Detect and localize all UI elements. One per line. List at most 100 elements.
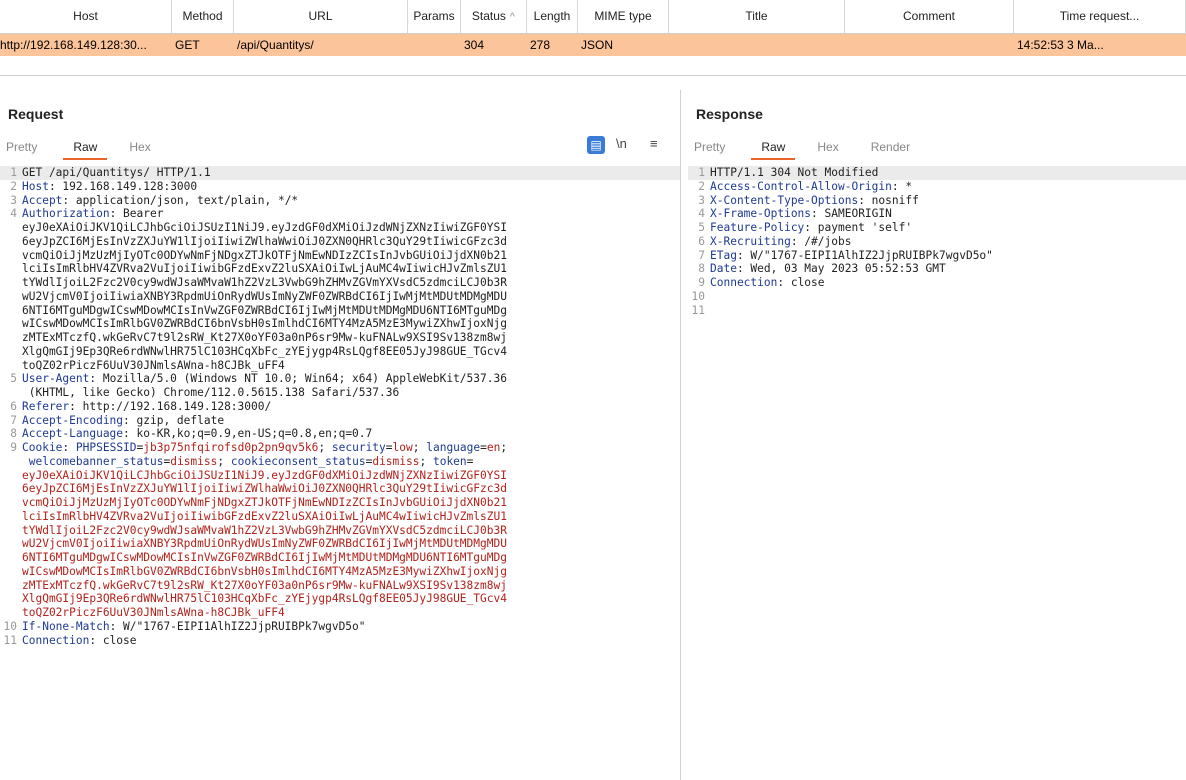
line-content: eyJ0eXAiOiJKV1QiLCJhbGciOiJSUzI1NiJ9.eyJ… [22,221,680,235]
line-content: Referer: http://192.168.149.128:3000/ [22,400,680,414]
line-content: Date: Wed, 03 May 2023 05:52:53 GMT [710,262,1186,276]
line-content: GET /api/Quantitys/ HTTP/1.1 [22,166,680,180]
line-number [0,482,22,496]
proxy-history-table: Host Method URL Params Status ^ Length MIME typ… [0,0,1186,56]
column-header-title[interactable]: Title [669,0,845,33]
column-label: Title [745,9,768,23]
header-value: : W/"1767-EIPI1AlhIZ2JjpRUIBPk7wgvD5o" [109,619,366,633]
header-value: ; [412,441,427,454]
header-value: : close [89,633,137,647]
response-tab-hex[interactable]: Hex [807,134,848,160]
response-tab-raw[interactable]: Raw [751,134,796,160]
line-number: 9 [10,441,17,454]
header-value: : SAMEORIGIN [811,207,892,221]
header-name: Connection [710,276,778,289]
line-number [0,496,22,510]
line-content: Accept: application/json, text/plain, */… [22,194,680,208]
response-tabs: Pretty Raw Hex Render [688,134,920,160]
line-content: zMTExMTczfQ.wkGeRvC7t9l2sRW_Kt27X0oYF03a… [22,331,680,345]
editor-line: toQZ02rPiczF6UuV30JNmlsAWna-h8CJBk_uFF4 [0,359,680,373]
line-content: XlgQmGIj9Ep3QRe6rdWNwlHR75lC103HCqXbFc_z… [22,592,680,606]
line-number: 10 [3,619,17,633]
line-content: Host: 192.168.149.128:3000 [22,180,680,194]
header-value: : http://192.168.149.128:3000/ [69,399,272,413]
column-header-status[interactable]: Status ^ [461,0,527,33]
header-value: : ko-KR,ko;q=0.9,en-US;q=0.8,en;q=0.7 [123,427,373,441]
response-editor[interactable]: 1 HTTP/1.1 304 Not Modified 2 Access-Contro… [688,166,1186,780]
editor-line: 10 [688,290,1186,304]
line-content: tYWdlIjoiL2Fzc2V0cy9wdWJsaWMvaW1hZ2VzL3V… [22,276,680,290]
show-newlines-icon[interactable]: \n [616,136,627,156]
editor-line: 11 Connection: close [0,634,680,648]
line-number: 10 [691,289,705,303]
line-number: 2 [698,179,705,193]
request-tab-pretty[interactable]: Pretty [0,134,47,160]
line-content: HTTP/1.1 304 Not Modified [710,166,1186,180]
header-value: : * [891,179,913,193]
header-name: Referer [22,399,70,413]
line-number [0,317,22,331]
line-content: XlgQmGIj9Ep3QRe6rdWNwlHR75lC103HCqXbFc_z… [22,345,680,359]
line-number: 6 [10,399,17,413]
column-header-host[interactable]: Host [0,0,172,33]
header-value: ; [419,454,433,468]
editor-line: 2 Host: 192.168.149.128:3000 [0,180,680,194]
line-content: wU2VjcmV0IjoiIiwiaXNBY3RpdmUiOnRydWUsImN… [22,290,680,304]
header-value-highlight: en [486,441,501,454]
line-number: 9 [698,276,705,289]
header-value: : gzip, deflate [123,413,225,427]
column-header-time-request[interactable]: Time request... [1014,0,1186,33]
column-header-mime-type[interactable]: MIME type [578,0,669,33]
line-number [0,469,22,483]
response-tab-pretty[interactable]: Pretty [688,134,735,160]
header-value: ; [500,441,508,454]
editor-line: tYWdlIjoiL2Fzc2V0cy9wdWJsaWMvaW1hZ2VzL3V… [0,276,680,290]
line-content: welcomebanner_status = dismiss; cookiecons… [22,455,680,469]
request-tab-hex[interactable]: Hex [119,134,160,160]
request-editor[interactable]: 1 GET /api/Quantitys/ HTTP/1.1 2 Host: 192.… [0,166,680,780]
line-content: zMTExMTczfQ.wkGeRvC7t9l2sRW_Kt27X0oYF03a… [22,579,680,593]
request-tab-raw[interactable]: Raw [63,134,108,160]
column-header-length[interactable]: Length [527,0,578,33]
request-tabs: Pretty Raw Hex [0,134,161,160]
line-number [0,221,22,235]
response-title: Response [696,106,763,122]
editor-line: eyJ0eXAiOiJKV1QiLCJhbGciOiJSUzI1NiJ9.eyJ… [0,221,680,235]
line-content: If-None-Match: W/"1767-EIPI1AlhIZ2JjpRUI… [22,620,680,634]
menu-icon[interactable]: ≡ [650,136,658,156]
line-number: 2 [10,179,17,193]
line-number [0,304,22,318]
line-content: X-Frame-Options: SAMEORIGIN [710,207,1186,221]
editor-line: 11 [688,304,1186,318]
editor-line: 6NTI6MTguMDgwICswMDowMCIsInVwZGF0ZWRBdCI… [0,551,680,565]
response-tab-render[interactable]: Render [861,134,920,160]
header-value: = [385,441,393,454]
header-value: (KHTML, like Gecko) Chrome/112.0.5615.13… [22,386,400,399]
line-number: 8 [698,262,705,276]
line-content: Authorization: Bearer [22,207,680,221]
header-value: tYWdlIjoiL2Fzc2V0cy9wdWJsaWMvaW1hZ2VzL3V… [22,276,507,289]
column-header-url[interactable]: URL [234,0,408,33]
line-number [0,537,22,551]
column-label: Time request... [1059,9,1140,23]
header-value-highlight: jb3p75nfqirofsd0p2pn9qv5k6 [143,441,319,454]
line-content: Accept-Language: ko-KR,ko;q=0.9,en-US;q=… [22,427,680,441]
column-label: Host [73,9,98,23]
column-header-params[interactable]: Params [408,0,461,33]
column-header-comment[interactable]: Comment [845,0,1014,33]
header-value: GET /api/Quantitys/ HTTP/1.1 [22,166,211,179]
panel-divider[interactable] [0,75,1186,76]
line-number [0,579,22,593]
header-value: : Bearer [109,207,164,221]
line-content: toQZ02rPiczF6UuV30JNmlsAWna-h8CJBk_uFF4 [22,606,680,620]
table-row-selected[interactable]: http://192.168.149.128:30... GET/api/Quan… [0,34,1186,56]
wrap-lines-icon[interactable]: ▤ [587,136,605,154]
header-value: ; [217,454,231,468]
header-name: If-None-Match [22,619,110,633]
line-content: X-Recruiting: /#/jobs [710,235,1186,249]
response-panel: Response Pretty Raw Hex Render 1 HTTP/1.1 30… [688,90,1186,780]
line-content: vcmQiOiJjMzUzMjIyOTc0ODYwNmFjNDgxZTJkOTF… [22,496,680,510]
column-header-method[interactable]: Method [172,0,234,33]
editor-line: 3 X-Content-Type-Options: nosniff [688,194,1186,208]
header-name: Access-Control-Allow-Origin [710,179,892,193]
